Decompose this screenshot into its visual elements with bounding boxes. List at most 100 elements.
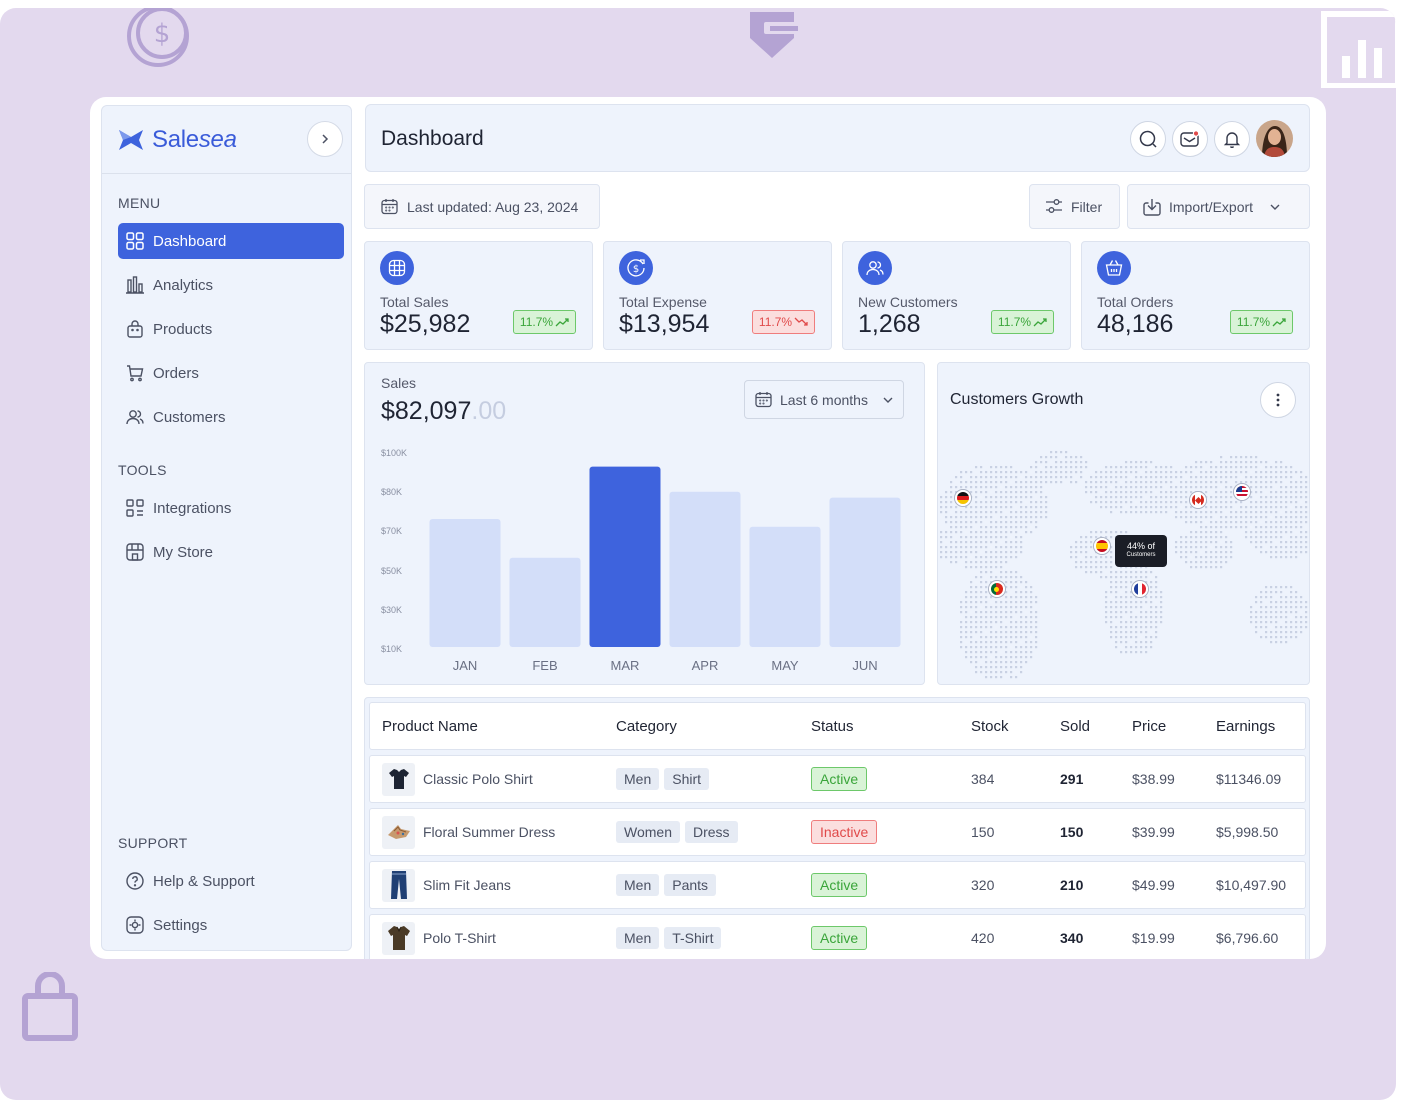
filter-button[interactable]: Filter — [1029, 184, 1120, 229]
category-tag: Men — [616, 927, 660, 949]
products-table: Product Name Category Status Stock Sold … — [364, 697, 1310, 959]
tools-section-label: TOOLS — [118, 462, 167, 478]
help-icon — [126, 872, 144, 890]
column-header-sold[interactable]: Sold — [1060, 703, 1090, 749]
notifications-button[interactable] — [1214, 121, 1250, 157]
table-row[interactable]: Floral Summer Dress Women Dress Inactive… — [369, 808, 1306, 856]
table-row[interactable]: Polo T-Shirt Men T-Shirt Active 420 340 … — [369, 914, 1306, 959]
more-options-button[interactable] — [1260, 382, 1296, 418]
portugal-flag-icon[interactable] — [989, 581, 1005, 597]
sidebar-item-customers[interactable]: Customers — [118, 399, 344, 435]
search-button[interactable] — [1130, 121, 1166, 157]
column-header-status[interactable]: Status — [811, 703, 854, 749]
stat-value: $25,982 — [380, 310, 471, 338]
bar-may[interactable] — [749, 526, 821, 647]
column-header-category[interactable]: Category — [616, 703, 677, 749]
stock-cell: 150 — [971, 824, 995, 840]
column-header-price[interactable]: Price — [1132, 703, 1166, 749]
column-header-product-name[interactable]: Product Name — [382, 703, 478, 749]
tshirt-icon — [382, 921, 415, 955]
sidebar-item-my-store[interactable]: My Store — [118, 534, 344, 570]
column-header-stock[interactable]: Stock — [971, 703, 1009, 749]
store-icon — [126, 543, 144, 561]
spain-flag-icon[interactable] — [1094, 538, 1110, 554]
stat-value: 48,186 — [1097, 310, 1174, 338]
settings-icon — [126, 916, 144, 934]
canada-flag-icon[interactable] — [1190, 492, 1206, 508]
sidebar-item-analytics[interactable]: Analytics — [118, 267, 344, 303]
sidebar-item-help[interactable]: Help & Support — [118, 863, 344, 899]
avatar[interactable] — [1256, 120, 1293, 157]
mail-notification-icon — [1180, 130, 1200, 147]
svg-text:$: $ — [633, 264, 639, 275]
bar-jan[interactable] — [429, 518, 501, 647]
chevron-down-icon — [883, 397, 893, 403]
menu-section-label: MENU — [118, 195, 161, 211]
bar-feb[interactable] — [509, 557, 581, 647]
trend-up-icon — [1033, 318, 1047, 327]
period-select[interactable]: Last 6 months — [744, 380, 904, 419]
integrations-icon — [126, 499, 144, 517]
x-tick-label: JUN — [852, 658, 877, 673]
more-vertical-icon — [1276, 393, 1280, 407]
category-tag: Pants — [664, 874, 717, 896]
filter-label: Filter — [1071, 198, 1103, 215]
import-export-button[interactable]: Import/Export — [1127, 184, 1310, 229]
stock-cell: 420 — [971, 930, 995, 946]
x-tick-label: MAY — [771, 658, 799, 673]
brand[interactable]: Salesea — [118, 124, 237, 156]
sidebar-item-label: Products — [153, 320, 213, 338]
globe-icon — [380, 251, 414, 285]
category-cell: Women Dress — [616, 809, 743, 855]
price-cell: $38.99 — [1132, 771, 1175, 787]
sold-cell: 291 — [1060, 771, 1084, 787]
tooltip-value: 44% of — [1126, 541, 1156, 551]
stat-label: New Customers — [858, 294, 958, 310]
sidebar-item-dashboard[interactable]: Dashboard — [118, 223, 344, 259]
table-row[interactable]: Classic Polo Shirt Men Shirt Active 384 … — [369, 755, 1306, 803]
sidebar-item-label: Settings — [153, 916, 208, 934]
germany-flag-icon[interactable] — [955, 490, 971, 506]
category-tag: T-Shirt — [664, 927, 722, 949]
status-badge: Active — [811, 926, 868, 950]
x-tick-label: JAN — [453, 658, 478, 673]
france-flag-icon[interactable] — [1132, 581, 1148, 597]
trend-badge: 11.7% — [1230, 310, 1293, 334]
product-name: Slim Fit Jeans — [423, 877, 511, 893]
category-tag: Dress — [684, 821, 738, 843]
grid-icon — [126, 232, 144, 250]
dollar-coin-icon: $ — [127, 8, 189, 67]
category-cell: Men Pants — [616, 862, 721, 908]
stat-label: Total Sales — [380, 294, 449, 310]
y-tick-label: $30K — [381, 605, 402, 615]
trend-up-icon — [1272, 318, 1286, 327]
status-cell: Active — [811, 862, 868, 908]
polo-shirt-icon — [382, 762, 415, 796]
collapse-sidebar-button[interactable] — [307, 121, 343, 157]
wallet-shield-icon — [750, 12, 798, 58]
column-header-earnings[interactable]: Earnings — [1216, 703, 1275, 749]
sidebar-item-integrations[interactable]: Integrations — [118, 490, 344, 526]
bar-mar[interactable] — [589, 466, 661, 647]
sidebar-item-settings[interactable]: Settings — [118, 907, 344, 943]
stat-card-total-sales: Total Sales $25,982 11.7% — [364, 241, 593, 350]
last-updated-date: Last updated: Aug 23, 2024 — [364, 184, 600, 229]
stat-value: $13,954 — [619, 310, 710, 338]
app-window: Salesea MENU Dashboard Analytics Product… — [90, 97, 1326, 959]
y-tick-label: $50K — [381, 566, 402, 576]
table-row[interactable]: Slim Fit Jeans Men Pants Active 320 210 … — [369, 861, 1306, 909]
bar-apr[interactable] — [669, 491, 741, 647]
trend-badge: 11.7% — [752, 310, 815, 334]
usa-flag-icon[interactable] — [1234, 484, 1250, 500]
bar-jun[interactable] — [829, 497, 901, 647]
sidebar-item-orders[interactable]: Orders — [118, 355, 344, 391]
sidebar: Salesea MENU Dashboard Analytics Product… — [101, 105, 352, 951]
x-tick-label: APR — [692, 658, 719, 673]
sidebar-item-products[interactable]: Products — [118, 311, 344, 347]
messages-button[interactable] — [1172, 121, 1208, 157]
stock-cell: 320 — [971, 877, 995, 893]
price-cell: $49.99 — [1132, 877, 1175, 893]
customers-growth-title: Customers Growth — [950, 391, 1084, 408]
chevron-right-icon — [322, 134, 329, 144]
chart-board-icon — [1321, 11, 1396, 88]
